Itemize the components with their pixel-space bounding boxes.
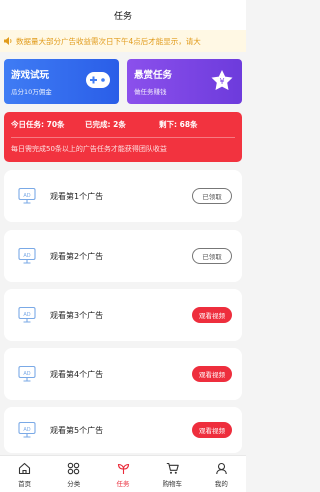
top-bar: 任务 bbox=[0, 0, 246, 30]
tab-profile[interactable]: 我的 bbox=[197, 456, 246, 492]
task-label: 观看第1个广告 bbox=[50, 191, 104, 201]
ad-monitor-icon: AD bbox=[18, 247, 36, 265]
stats-description: 每日需完成50条以上的广告任务才能获得团队收益 bbox=[11, 145, 167, 153]
svg-text:AD: AD bbox=[23, 253, 30, 259]
notice-bar: 数据量大部分广告收益需次日下午4点后才能显示，请大 bbox=[0, 30, 246, 52]
profile-icon bbox=[215, 461, 228, 476]
page-title: 任务 bbox=[113, 11, 132, 22]
speaker-icon bbox=[0, 37, 16, 45]
feature-cards: 游戏试玩 瓜分10万佣金 悬赏任务 做任务赚钱 ¥ bbox=[4, 59, 242, 104]
ad-monitor-icon: AD bbox=[18, 421, 36, 439]
task-label: 观看第4个广告 bbox=[50, 369, 104, 379]
watch-video-button[interactable]: 观看视频 bbox=[192, 422, 232, 438]
watch-video-button[interactable]: 观看视频 bbox=[192, 366, 232, 382]
task-stats-panel: 今日任务: 70条 已完成: 2条 剩下: 68条 每日需完成50条以上的广告任… bbox=[4, 112, 242, 162]
task-icon bbox=[117, 461, 130, 476]
ad-monitor-icon: AD bbox=[18, 187, 36, 205]
home-icon bbox=[18, 461, 31, 476]
svg-text:AD: AD bbox=[23, 193, 30, 199]
tab-home[interactable]: 首页 bbox=[0, 456, 49, 492]
bottom-tab-bar: 首页 分类 任务 购物车 我的 bbox=[0, 455, 246, 492]
completed-tasks: 已完成: 2条 bbox=[85, 120, 126, 129]
svg-text:AD: AD bbox=[23, 427, 30, 433]
watch-video-button[interactable]: 观看视频 bbox=[192, 307, 232, 323]
yen-star-icon: ¥ bbox=[210, 70, 234, 96]
cart-icon bbox=[166, 461, 179, 476]
ad-monitor-icon: AD bbox=[18, 365, 36, 383]
tab-profile-label: 我的 bbox=[214, 479, 228, 488]
task-row: AD 观看第4个广告 观看视频 bbox=[4, 348, 242, 400]
task-label: 观看第2个广告 bbox=[50, 251, 104, 261]
task-row: AD 观看第5个广告 观看视频 bbox=[4, 407, 242, 453]
task-row: AD 观看第2个广告 已领取 bbox=[4, 230, 242, 282]
game-trial-card[interactable]: 游戏试玩 瓜分10万佣金 bbox=[4, 59, 119, 104]
tab-home-label: 首页 bbox=[18, 479, 32, 488]
svg-text:AD: AD bbox=[23, 312, 30, 318]
notice-text: 数据量大部分广告收益需次日下午4点后才能显示，请大 bbox=[16, 36, 201, 46]
svg-text:¥: ¥ bbox=[219, 77, 224, 86]
tab-cart[interactable]: 购物车 bbox=[148, 456, 197, 492]
tab-task-label: 任务 bbox=[116, 479, 130, 488]
claimed-button[interactable]: 已领取 bbox=[192, 188, 232, 204]
claimed-button[interactable]: 已领取 bbox=[192, 248, 232, 264]
tab-category-label: 分类 bbox=[67, 479, 81, 488]
category-icon bbox=[67, 461, 80, 476]
ad-monitor-icon: AD bbox=[18, 306, 36, 324]
remaining-tasks: 剩下: 68条 bbox=[159, 120, 198, 129]
svg-text:AD: AD bbox=[23, 371, 30, 377]
tab-category[interactable]: 分类 bbox=[49, 456, 98, 492]
task-row: AD 观看第1个广告 已领取 bbox=[4, 170, 242, 222]
gamepad-icon bbox=[85, 70, 111, 94]
reward-task-card[interactable]: 悬赏任务 做任务赚钱 ¥ bbox=[127, 59, 242, 104]
today-tasks: 今日任务: 70条 bbox=[11, 120, 65, 129]
tab-task[interactable]: 任务 bbox=[98, 456, 147, 492]
task-label: 观看第5个广告 bbox=[50, 425, 104, 435]
task-label: 观看第3个广告 bbox=[50, 310, 104, 320]
task-row: AD 观看第3个广告 观看视频 bbox=[4, 289, 242, 341]
tab-cart-label: 购物车 bbox=[162, 479, 182, 488]
